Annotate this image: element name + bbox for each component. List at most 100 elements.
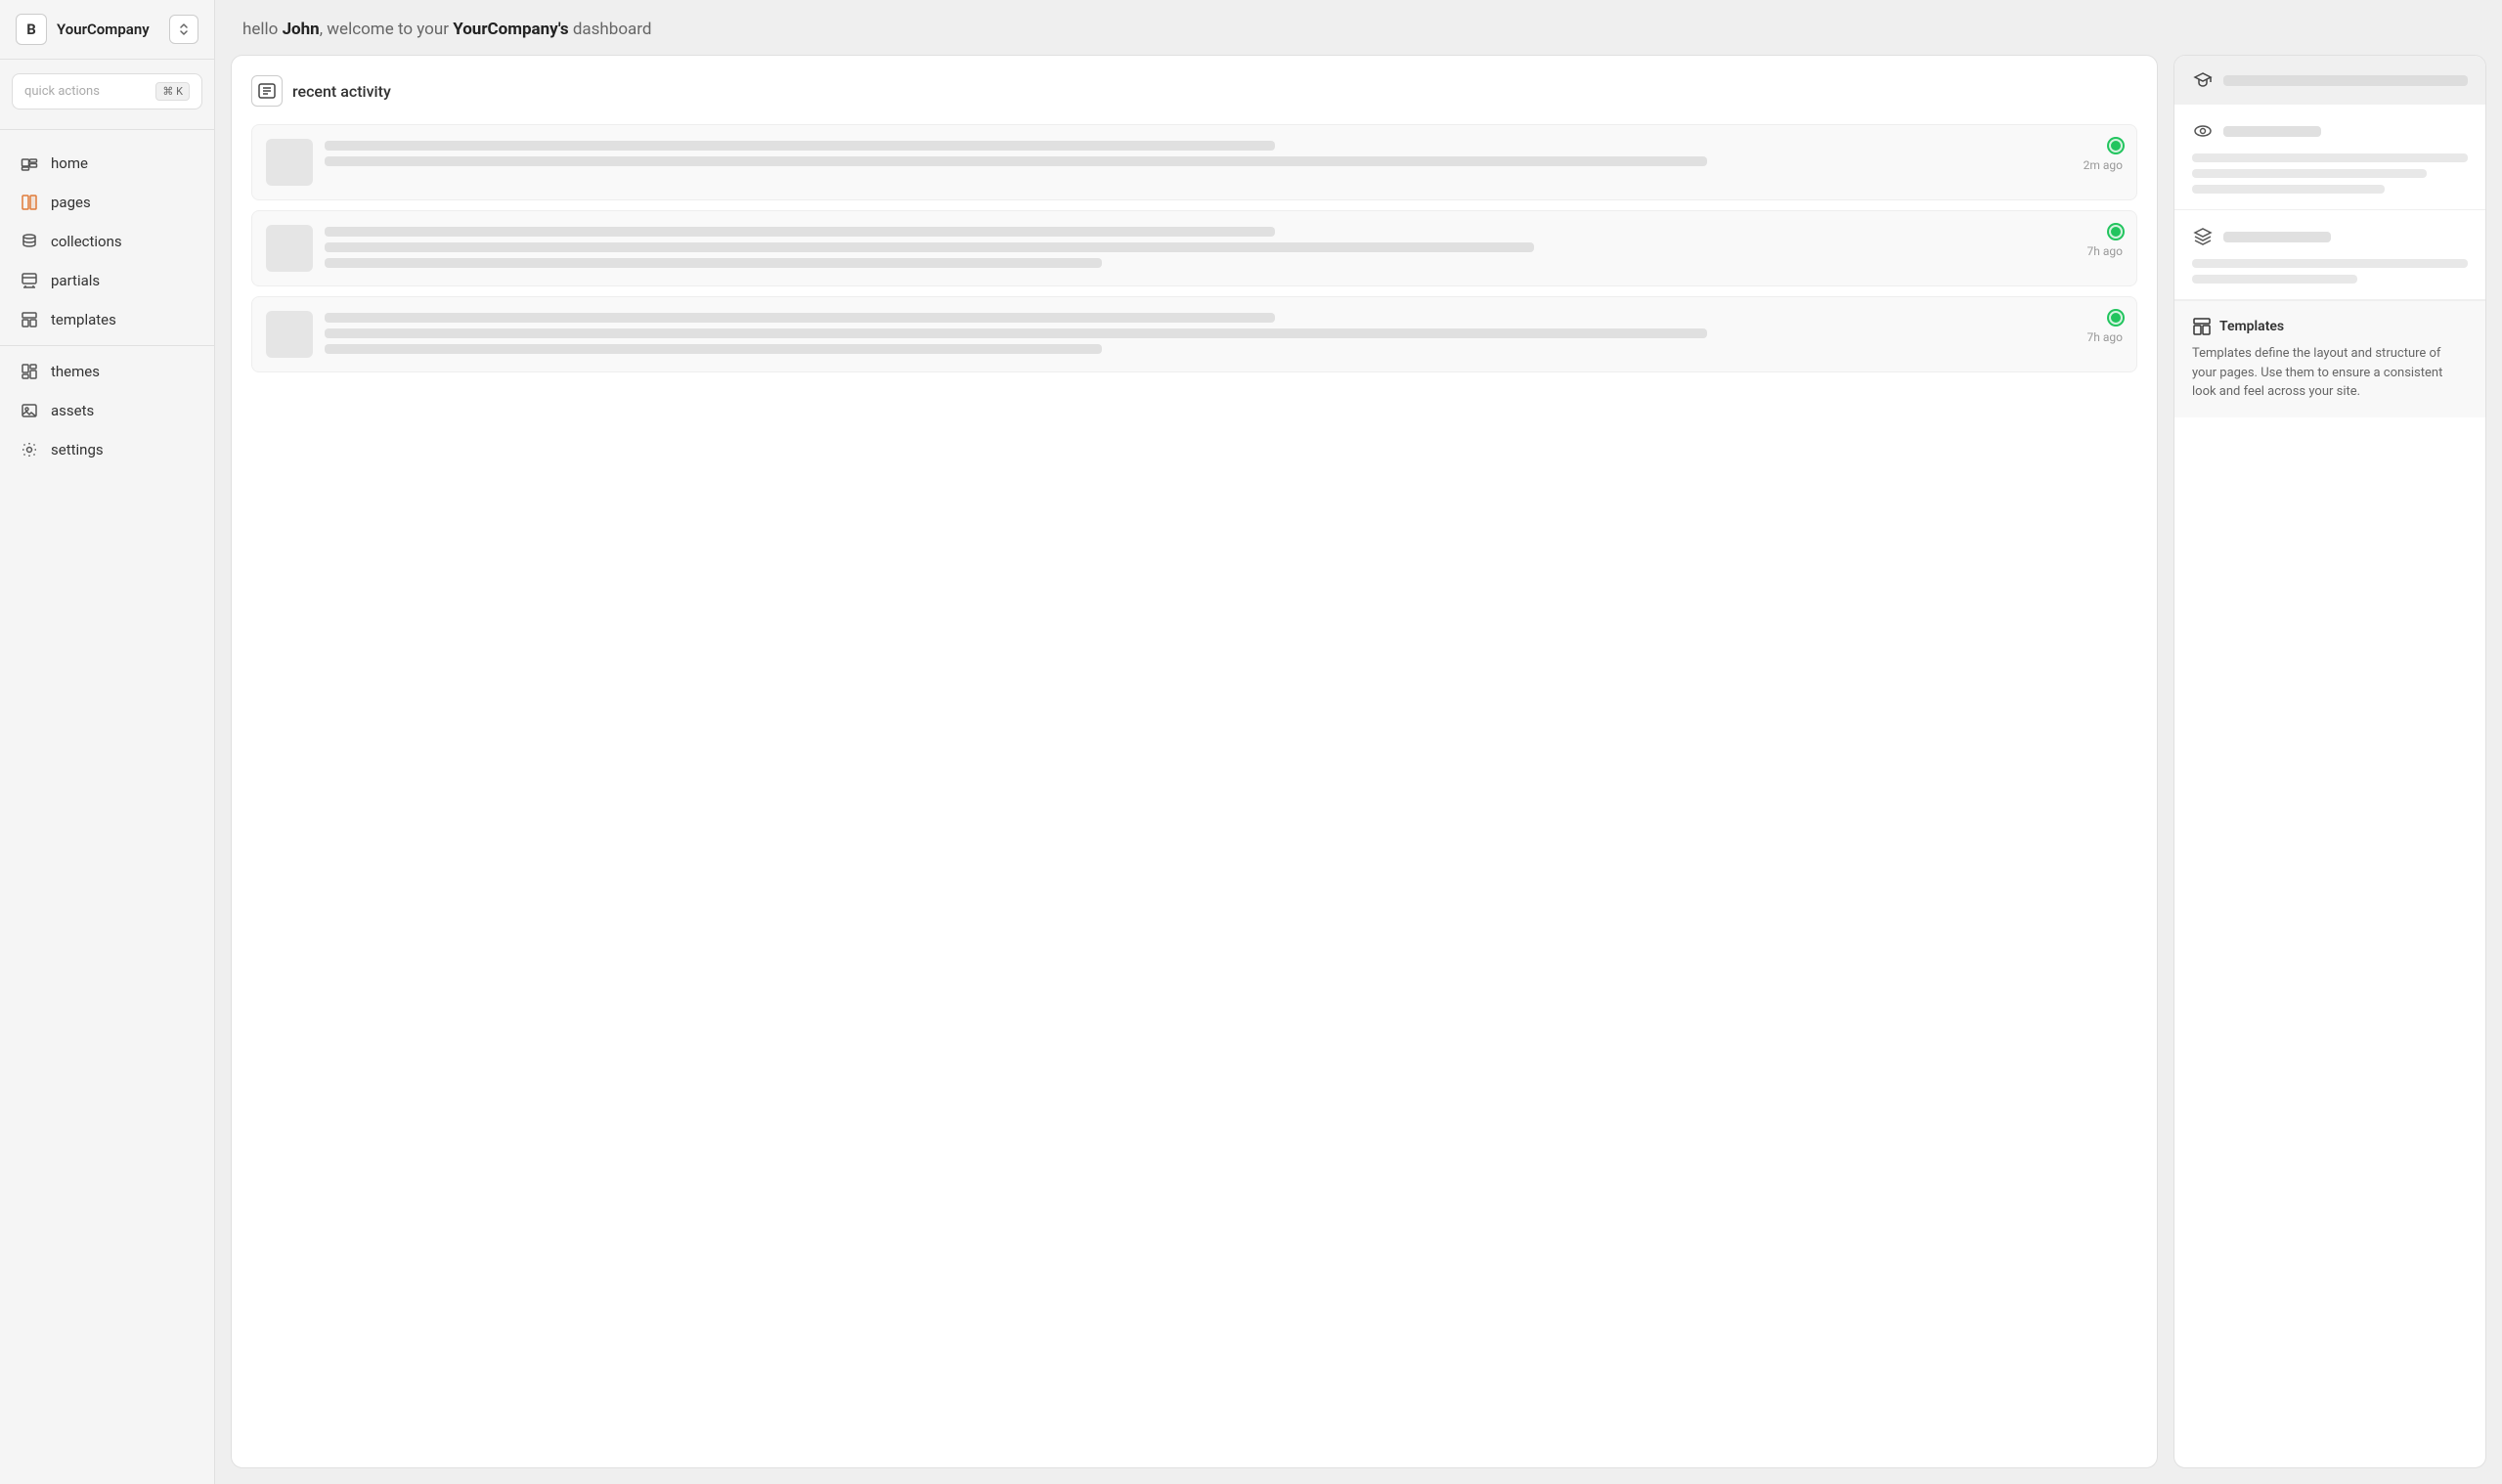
- recent-activity-header: recent activity: [251, 75, 2137, 107]
- activity-item: 7h ago: [251, 296, 2137, 372]
- section-title-skeleton: [2223, 126, 2321, 137]
- activity-meta: 7h ago: [2064, 311, 2123, 344]
- status-dot: [2109, 139, 2123, 153]
- brand-name: YourCompany: [57, 21, 150, 38]
- activity-meta: 2m ago: [2064, 139, 2123, 172]
- sidebar-item-themes[interactable]: themes: [0, 352, 214, 391]
- dashboard-greeting: hello John, welcome to your YourCompany'…: [215, 0, 2502, 55]
- right-section-highlight: [2174, 56, 2485, 105]
- activity-meta: 7h ago: [2064, 225, 2123, 258]
- sidebar-divider-1: [0, 129, 214, 130]
- graduation-icon: [2192, 69, 2214, 91]
- skeleton-line: [325, 141, 1275, 151]
- right-content-lines: [2192, 153, 2468, 194]
- section-title-skeleton: [2223, 75, 2468, 86]
- skeleton-line: [2192, 153, 2468, 162]
- sidebar-divider-2: [0, 345, 214, 346]
- sidebar-item-pages-label: pages: [51, 194, 91, 211]
- eye-icon: [2192, 120, 2214, 142]
- activity-item: 7h ago: [251, 210, 2137, 286]
- templates-grid-icon: [2192, 317, 2212, 336]
- activity-thumbnail: [266, 139, 313, 186]
- sidebar-item-templates-label: templates: [51, 311, 116, 328]
- sidebar-item-assets-label: assets: [51, 402, 94, 419]
- section-title-skeleton: [2223, 232, 2331, 242]
- layers-icon: [2192, 226, 2214, 247]
- activity-thumbnail: [266, 311, 313, 358]
- recent-activity-panel: recent activity 2m ago: [231, 55, 2158, 1468]
- activity-item: 2m ago: [251, 124, 2137, 200]
- skeleton-line: [325, 313, 1275, 323]
- sidebar-item-home[interactable]: home: [0, 144, 214, 183]
- sidebar-item-settings-label: settings: [51, 441, 104, 458]
- activity-content-lines: [325, 225, 2052, 268]
- sidebar-item-collections[interactable]: collections: [0, 222, 214, 261]
- skeleton-line: [325, 227, 1275, 237]
- templates-info-header: Templates: [2192, 317, 2468, 336]
- templates-info-description: Templates define the layout and structur…: [2192, 344, 2468, 402]
- recent-activity-title: recent activity: [292, 82, 391, 101]
- activity-time: 7h ago: [2087, 244, 2123, 258]
- activity-content-lines: [325, 311, 2052, 354]
- greeting-company: YourCompany's: [453, 20, 568, 39]
- sidebar-nav: home pages collections: [0, 136, 214, 477]
- skeleton-line: [2192, 169, 2427, 178]
- status-dot: [2109, 225, 2123, 239]
- right-info-panel: Templates Templates define the layout an…: [2173, 55, 2486, 1468]
- right-section-header: [2192, 226, 2468, 247]
- sidebar: B YourCompany quick actions ⌘ K home: [0, 0, 215, 1484]
- skeleton-line: [325, 156, 1707, 166]
- sidebar-item-partials-label: partials: [51, 272, 100, 289]
- dashboard-panels: recent activity 2m ago: [215, 55, 2502, 1484]
- greeting-prefix: hello: [242, 20, 283, 39]
- sidebar-item-settings[interactable]: settings: [0, 430, 214, 469]
- home-icon: [20, 153, 39, 173]
- main-content-area: hello John, welcome to your YourCompany'…: [215, 0, 2502, 1484]
- right-section-layers: [2174, 210, 2485, 300]
- right-content-lines: [2192, 259, 2468, 284]
- skeleton-line: [325, 344, 1102, 354]
- right-section-view: [2174, 105, 2485, 210]
- chevron-updown-icon: [177, 22, 191, 36]
- sidebar-toggle-button[interactable]: [169, 15, 198, 44]
- right-section-header: [2192, 120, 2468, 142]
- activity-list-icon: [257, 81, 277, 101]
- skeleton-line: [325, 242, 1534, 252]
- greeting-suffix: dashboard: [569, 20, 652, 39]
- skeleton-line: [325, 258, 1102, 268]
- themes-icon: [20, 362, 39, 381]
- templates-icon: [20, 310, 39, 329]
- quick-actions-bar[interactable]: quick actions ⌘ K: [12, 73, 202, 109]
- status-dot: [2109, 311, 2123, 325]
- brand: B YourCompany: [16, 14, 150, 45]
- skeleton-line: [325, 328, 1707, 338]
- activity-time: 2m ago: [2084, 158, 2123, 172]
- assets-icon: [20, 401, 39, 420]
- partials-icon: [20, 271, 39, 290]
- activity-content-lines: [325, 139, 2052, 166]
- sidebar-item-themes-label: themes: [51, 363, 100, 380]
- brand-initial: B: [16, 14, 47, 45]
- sidebar-item-home-label: home: [51, 154, 88, 172]
- collections-icon: [20, 232, 39, 251]
- skeleton-line: [2192, 185, 2385, 194]
- recent-activity-icon: [251, 75, 283, 107]
- sidebar-item-assets[interactable]: assets: [0, 391, 214, 430]
- templates-info-title: Templates: [2219, 319, 2284, 334]
- sidebar-item-collections-label: collections: [51, 233, 122, 250]
- sidebar-item-templates[interactable]: templates: [0, 300, 214, 339]
- greeting-user: John: [283, 20, 320, 39]
- quick-actions-shortcut: ⌘ K: [155, 82, 190, 101]
- templates-info-section: Templates Templates define the layout an…: [2174, 300, 2485, 417]
- skeleton-line: [2192, 259, 2468, 268]
- skeleton-line: [2192, 275, 2357, 284]
- sidebar-item-partials[interactable]: partials: [0, 261, 214, 300]
- sidebar-item-pages[interactable]: pages: [0, 183, 214, 222]
- quick-actions-label: quick actions: [24, 84, 100, 99]
- sidebar-header: B YourCompany: [0, 0, 214, 60]
- activity-time: 7h ago: [2087, 330, 2123, 344]
- settings-icon: [20, 440, 39, 459]
- pages-icon: [20, 193, 39, 212]
- greeting-mid: , welcome to your: [320, 20, 454, 39]
- activity-thumbnail: [266, 225, 313, 272]
